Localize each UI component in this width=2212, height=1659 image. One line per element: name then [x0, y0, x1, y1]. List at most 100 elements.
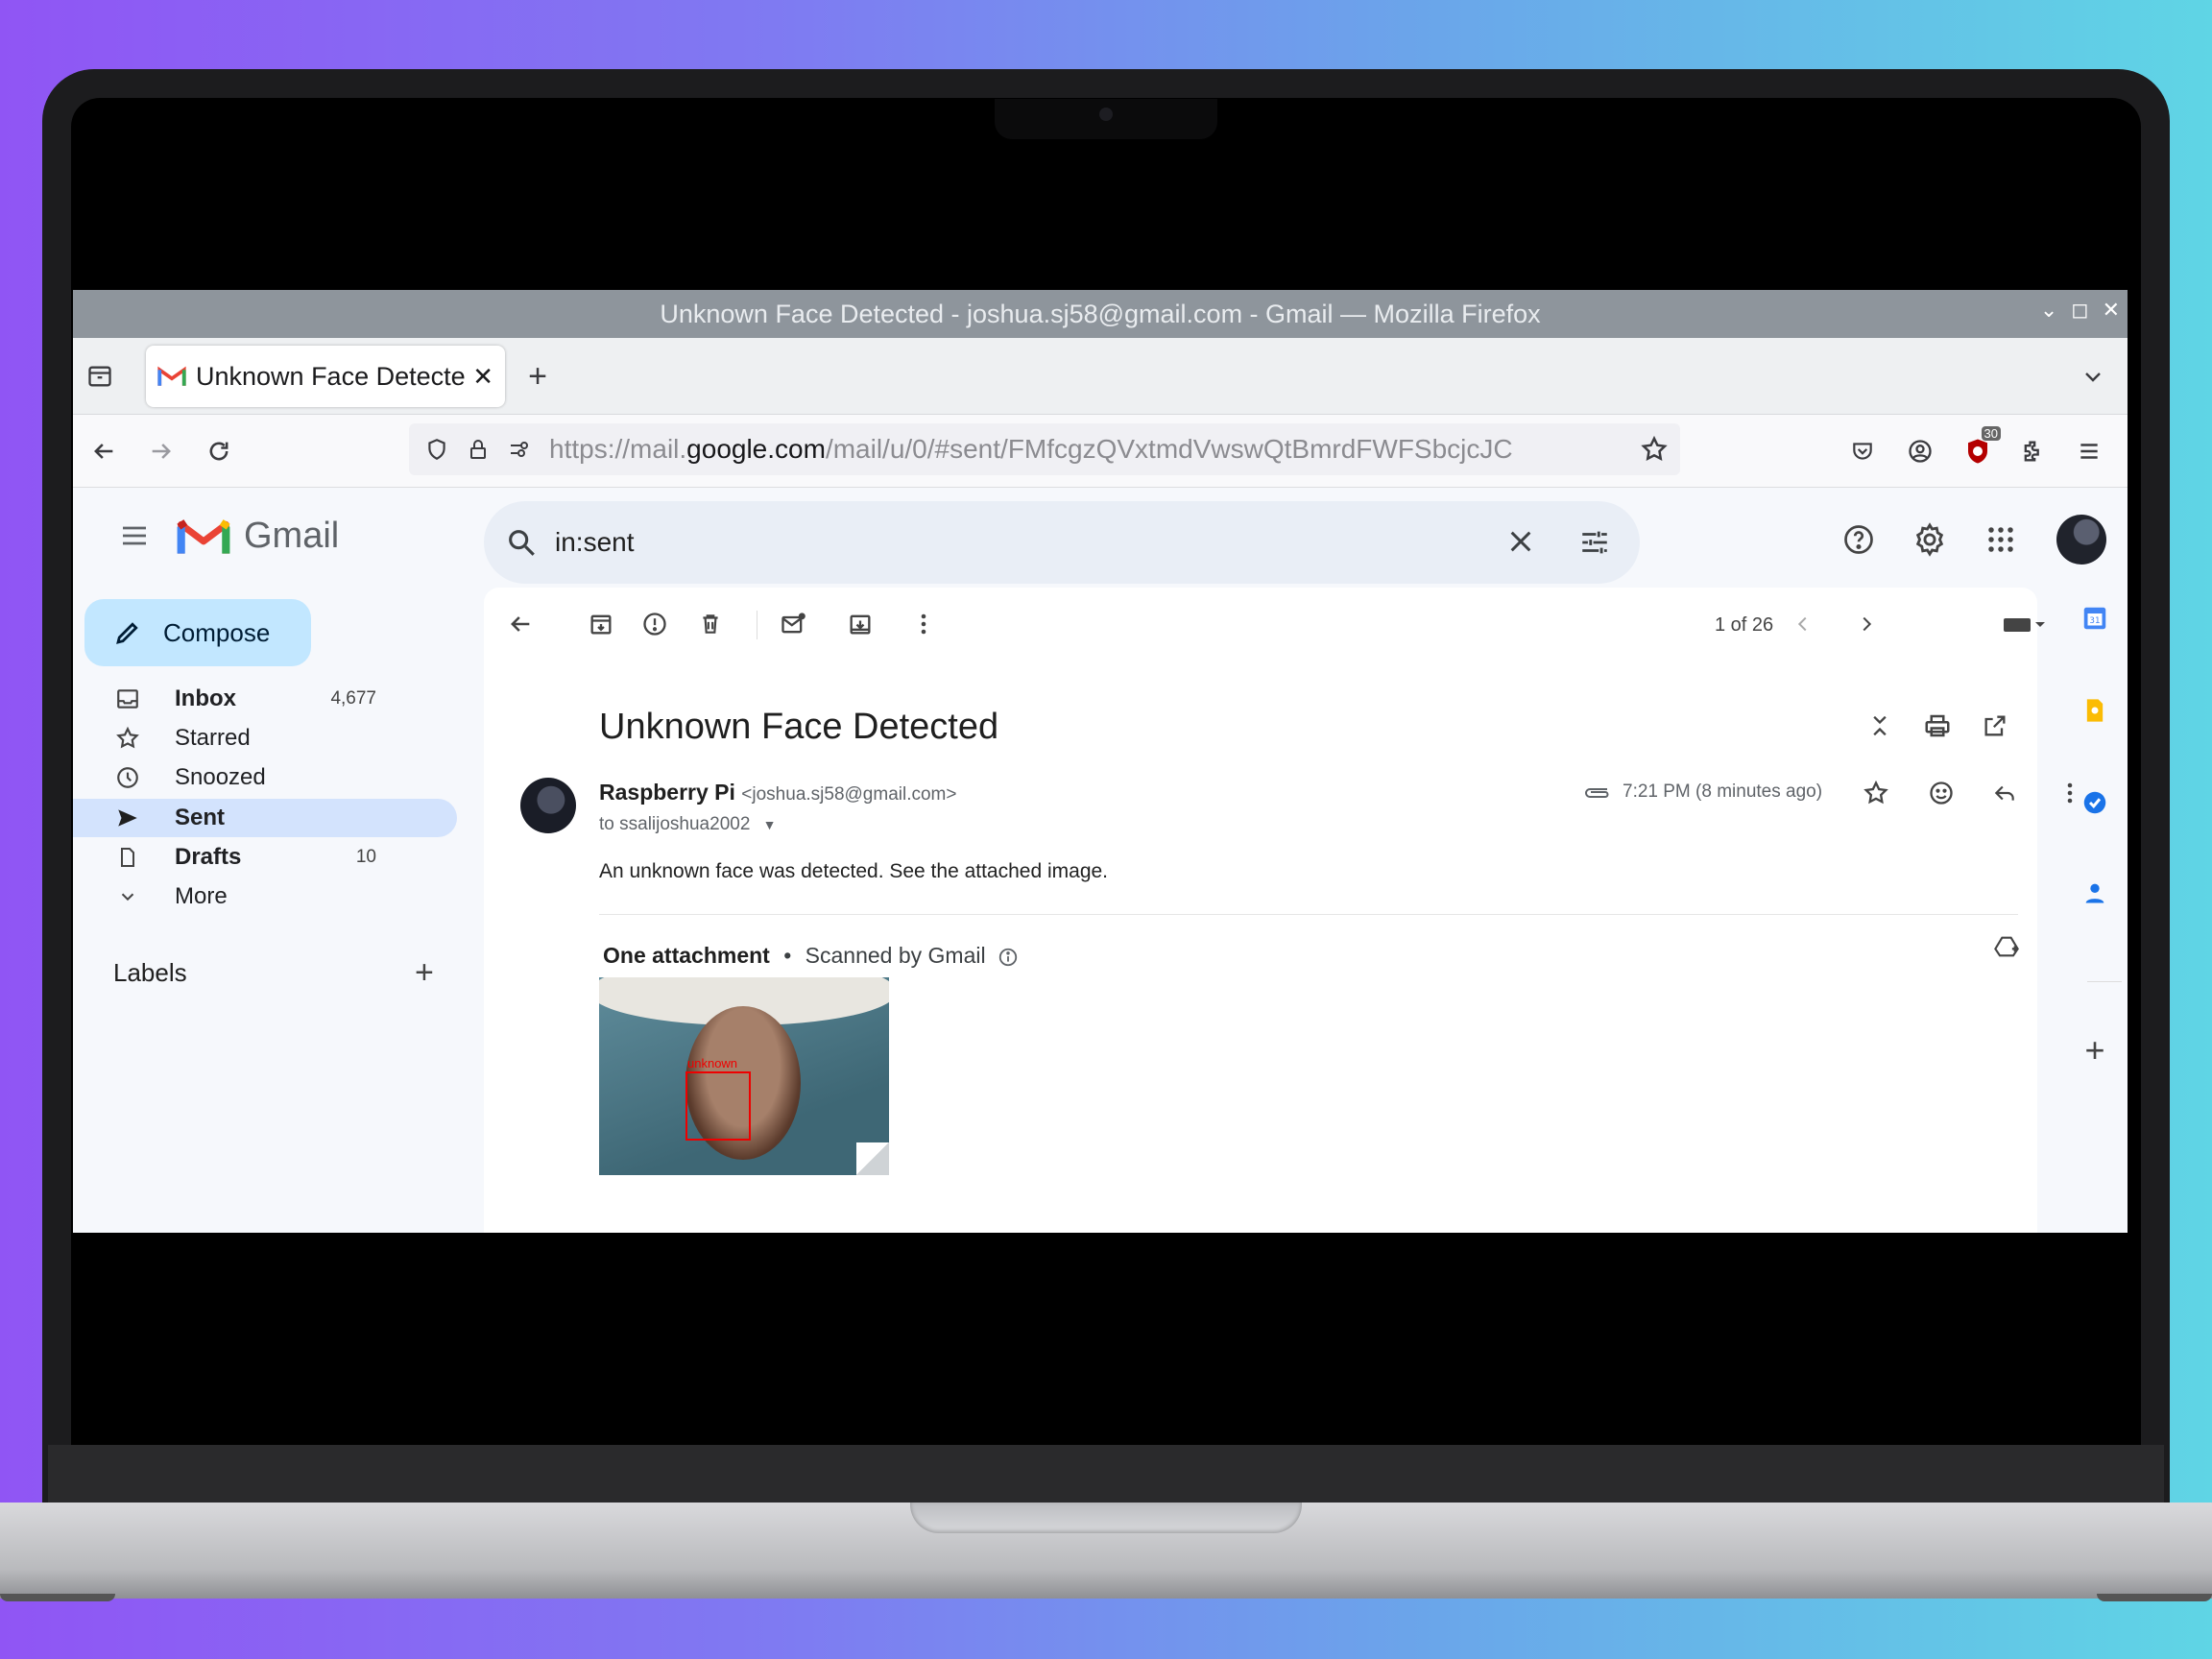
reply-icon[interactable]: [1985, 774, 2024, 812]
sidebar-item-inbox[interactable]: Inbox 4,677: [73, 680, 457, 718]
mark-unread-icon[interactable]: [774, 605, 812, 643]
recipient-line[interactable]: to ssalijoshua2002 ▼: [599, 814, 777, 835]
archive-icon[interactable]: [582, 605, 620, 643]
keep-icon[interactable]: [2080, 695, 2110, 726]
clear-search-icon[interactable]: [1505, 526, 1536, 564]
older-chevron-icon[interactable]: [1847, 605, 1886, 643]
app-menu-icon[interactable]: [2072, 434, 2106, 469]
tasks-icon[interactable]: [2080, 787, 2110, 818]
extension-badge: 30: [1981, 426, 2001, 441]
search-bar[interactable]: in:sent: [484, 501, 1640, 584]
google-apps-icon[interactable]: [1978, 517, 2024, 563]
add-reaction-icon[interactable]: [1922, 774, 1960, 812]
search-icon[interactable]: [505, 526, 538, 559]
sidebar-item-label: More: [175, 883, 228, 909]
collapse-all-icon[interactable]: [1861, 707, 1899, 745]
tracking-shield-icon[interactable]: [424, 437, 453, 462]
print-icon[interactable]: [1918, 707, 1957, 745]
attachment-thumbnail[interactable]: unknown: [599, 977, 889, 1175]
laptop-chin: [48, 1445, 2164, 1503]
attachment-count: One attachment: [603, 943, 770, 968]
minimize-icon[interactable]: ⌄: [2040, 298, 2057, 323]
tab-gmail[interactable]: Unknown Face Detecte ✕: [146, 346, 505, 407]
list-tabs-icon[interactable]: [2076, 359, 2110, 394]
sidebar-item-more[interactable]: More: [73, 878, 457, 916]
navigation-toolbar: https://mail.google.com/mail/u/0/#sent/F…: [73, 415, 2128, 488]
back-to-sent-icon[interactable]: [501, 605, 540, 643]
get-addons-icon[interactable]: +: [2080, 1030, 2110, 1070]
info-icon[interactable]: [998, 947, 1019, 968]
account-icon[interactable]: [1903, 434, 1937, 469]
permissions-icon[interactable]: [507, 438, 536, 461]
input-tools-icon[interactable]: [1995, 605, 2053, 643]
browser-window: Unknown Face Detected - joshua.sj58@gmai…: [73, 290, 2128, 1233]
calendar-icon[interactable]: 31: [2080, 603, 2110, 634]
reload-icon[interactable]: [202, 434, 236, 469]
message-subject: Unknown Face Detected: [599, 707, 999, 747]
labels-heading: Labels: [113, 958, 187, 987]
window-title: Unknown Face Detected - joshua.sj58@gmai…: [660, 299, 1541, 328]
sender-email: <joshua.sj58@gmail.com>: [741, 784, 957, 805]
sidebar-item-sent[interactable]: Sent: [73, 799, 457, 837]
lock-icon[interactable]: [467, 437, 495, 462]
send-icon: [113, 804, 142, 832]
open-in-new-window-icon[interactable]: [1976, 707, 2014, 745]
help-icon[interactable]: [1836, 517, 1882, 563]
delete-icon[interactable]: [691, 605, 730, 643]
search-options-icon[interactable]: [1578, 526, 1611, 565]
settings-gear-icon[interactable]: [1907, 517, 1953, 563]
forward-icon[interactable]: [144, 434, 179, 469]
search-input[interactable]: in:sent: [555, 527, 635, 558]
face-detection-box: [685, 1071, 751, 1141]
gmail-header-left: Gmail: [111, 513, 339, 559]
inbox-icon: [113, 685, 142, 713]
sidebar-item-snoozed[interactable]: Snoozed: [73, 758, 457, 797]
main-menu-icon[interactable]: [111, 513, 157, 559]
url-text: https://mail.google.com/mail/u/0/#sent/F…: [549, 434, 1513, 465]
ublock-extension-icon[interactable]: 30: [1959, 426, 2001, 470]
star-icon: [113, 724, 142, 753]
url-domain: google.com: [686, 434, 826, 464]
compose-button[interactable]: Compose: [84, 599, 311, 666]
gmail-app: Gmail in:sent Compose Inbox 4,677 Starre…: [73, 488, 2128, 1233]
sidebar-item-count: 10: [355, 847, 376, 867]
sender-avatar[interactable]: [520, 778, 576, 833]
add-label-icon[interactable]: +: [415, 954, 434, 992]
tab-overview-icon[interactable]: [83, 359, 117, 394]
close-tab-icon[interactable]: ✕: [472, 362, 493, 392]
divider: [599, 914, 2018, 915]
extensions-icon[interactable]: [2016, 434, 2051, 469]
sidebar-item-label: Sent: [175, 805, 226, 830]
more-options-icon[interactable]: [904, 605, 943, 643]
url-path: /mail/u/0/#sent/FMfcgzQVxtmdVwswQtBmrdFW…: [825, 434, 1513, 464]
save-to-drive-icon[interactable]: [1987, 927, 2026, 966]
gmail-logo-icon[interactable]: [177, 516, 230, 556]
sidebar-item-drafts[interactable]: Drafts 10: [73, 838, 457, 877]
scanned-label: Scanned by Gmail: [805, 943, 986, 968]
webcam: [1099, 108, 1113, 121]
face-label: unknown: [687, 1056, 738, 1070]
maximize-icon[interactable]: ◻: [2071, 298, 2088, 323]
pocket-icon[interactable]: [1845, 434, 1880, 469]
chevron-down-icon: [113, 882, 142, 911]
sender-name[interactable]: Raspberry Pi: [599, 780, 735, 805]
move-to-icon[interactable]: [841, 605, 879, 643]
star-message-icon[interactable]: [1857, 774, 1895, 812]
show-details-caret-icon[interactable]: ▼: [763, 817, 777, 832]
tab-title: Unknown Face Detecte: [196, 361, 466, 391]
url-bar[interactable]: https://mail.google.com/mail/u/0/#sent/F…: [409, 423, 1680, 475]
contacts-icon[interactable]: [2080, 878, 2110, 908]
message-time: 7:21 PM (8 minutes ago): [1623, 781, 1823, 802]
attachment-clip-icon: [1582, 781, 1611, 807]
report-spam-icon[interactable]: [636, 605, 674, 643]
sidebar-item-starred[interactable]: Starred: [73, 719, 457, 757]
sidebar-item-count: 4,677: [330, 688, 376, 709]
laptop-lid-notch: [910, 1503, 1302, 1533]
new-tab-icon[interactable]: +: [520, 358, 555, 395]
newer-chevron-icon[interactable]: [1784, 605, 1822, 643]
sidebar-item-label: Snoozed: [175, 764, 266, 790]
bookmark-star-icon[interactable]: [1640, 435, 1669, 470]
close-window-icon[interactable]: ✕: [2103, 298, 2120, 323]
back-icon[interactable]: [86, 434, 121, 469]
sidebar-item-label: Inbox: [175, 685, 236, 711]
